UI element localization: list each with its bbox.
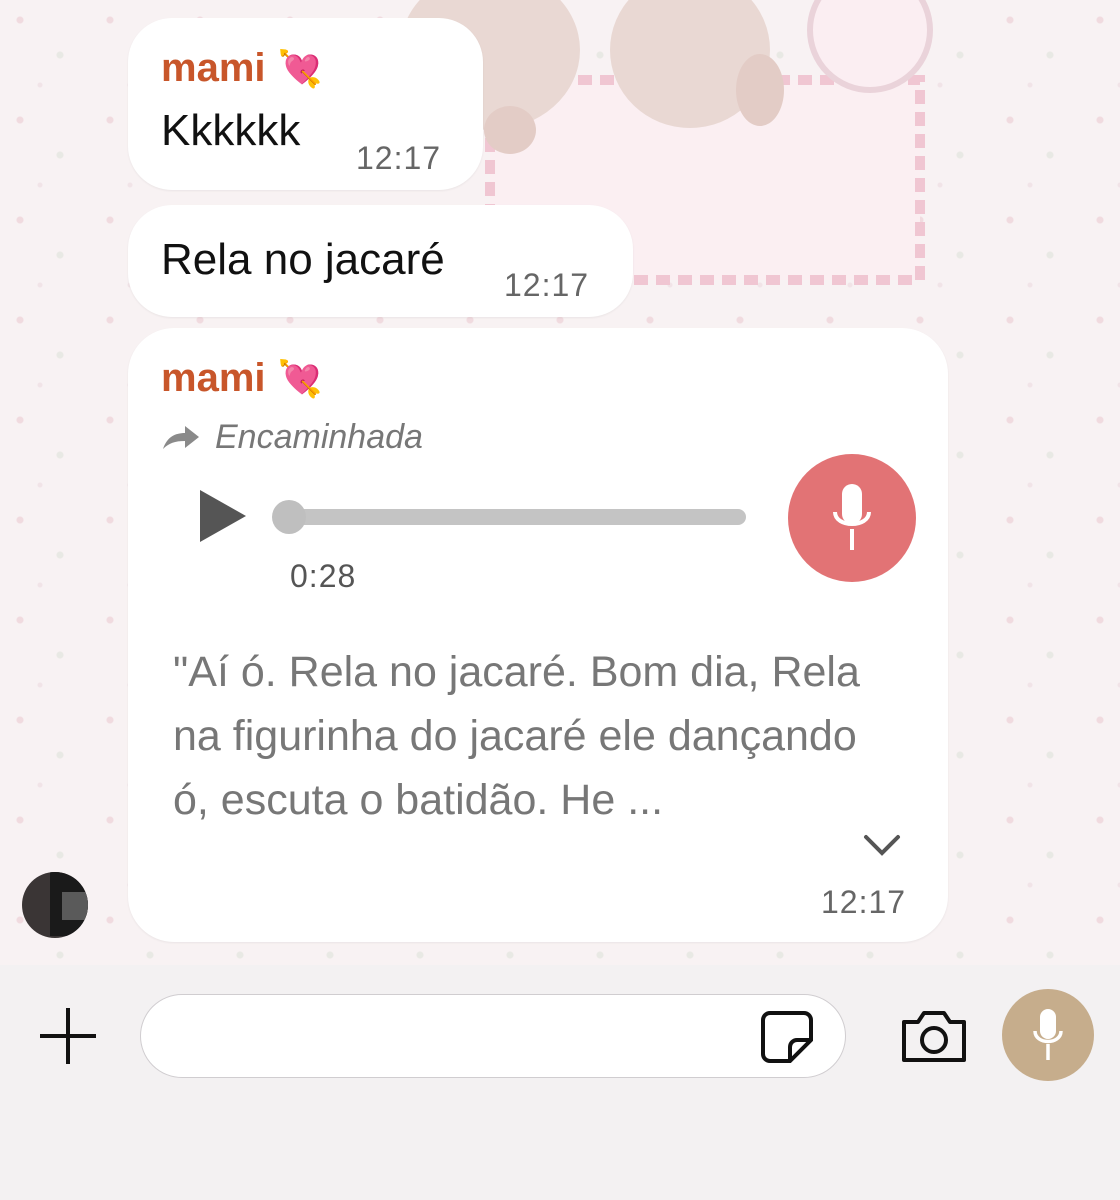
forwarded-label: Encaminhada: [161, 418, 423, 457]
heart-emoji: 💘: [277, 48, 323, 89]
sender-name: mami 💘: [161, 356, 323, 400]
microphone-icon: [833, 484, 871, 550]
camera-icon[interactable]: [900, 1008, 968, 1064]
message-bubble[interactable]: Rela no jacaré 12:17: [128, 205, 633, 317]
avatar[interactable]: [22, 872, 88, 938]
message-text: Rela no jacaré: [161, 235, 445, 284]
message-time: 12:17: [504, 267, 590, 303]
audio-duration: 0:28: [290, 558, 357, 594]
audio-transcript: "Aí ó. Rela no jacaré. Bom dia, Rela na …: [173, 648, 860, 824]
microphone-icon: [1033, 1009, 1063, 1060]
heart-emoji: 💘: [277, 358, 323, 399]
message-time: 12:17: [356, 140, 442, 176]
audio-progress-bar[interactable]: [278, 509, 746, 525]
plus-icon[interactable]: [36, 1004, 100, 1068]
message-time: 12:17: [821, 884, 907, 920]
message-text: Kkkkkk: [161, 106, 301, 155]
record-audio-button[interactable]: [1002, 989, 1094, 1081]
forward-icon: [163, 425, 199, 449]
message-bubble[interactable]: mami 💘 Kkkkkk 12:17: [128, 18, 483, 190]
chat-area[interactable]: mami 💘 Kkkkkk 12:17 Rela no jacaré 12:17 …: [0, 0, 1120, 965]
play-icon[interactable]: [196, 488, 248, 544]
message-input[interactable]: [140, 994, 846, 1078]
voice-note-badge: [788, 454, 916, 582]
sender-name: mami 💘: [161, 46, 323, 90]
sticker-icon[interactable]: [760, 1010, 814, 1064]
audio-progress-knob[interactable]: [272, 500, 306, 534]
audio-message-bubble[interactable]: mami 💘 Encaminhada 0:28 "Aí ó. Rela no ja…: [128, 328, 948, 942]
chevron-down-icon[interactable]: [863, 833, 901, 859]
